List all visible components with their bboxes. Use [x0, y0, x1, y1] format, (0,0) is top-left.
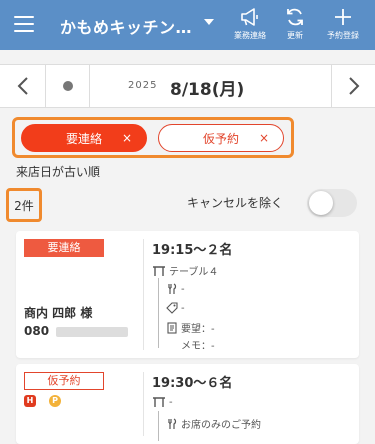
new-reservation-label: 予約登録 [327, 31, 359, 40]
filter-chip-tentative[interactable]: 仮予約 × [158, 124, 284, 152]
exclude-cancel-label: キャンセルを除く [187, 196, 284, 210]
today-dot-icon [62, 81, 73, 91]
card-divider [143, 239, 144, 350]
request-value: 要望：- [181, 324, 215, 335]
course-value: お席のみのご予約 [181, 420, 261, 431]
table-row: - [152, 396, 173, 408]
course-row: - [166, 283, 185, 295]
chevron-left-icon [17, 77, 28, 95]
phone-masked [56, 327, 128, 337]
filter-chip-urgent[interactable]: 要連絡 × [21, 124, 147, 152]
today-button[interactable] [46, 65, 90, 107]
memo-value: メモ：- [181, 341, 215, 352]
status-badge: 仮予約 [24, 372, 104, 390]
status-badge: 要連絡 [24, 239, 104, 257]
table-name: テーブル４ [169, 267, 219, 278]
table-icon [152, 265, 166, 277]
memo-row: メモ：- [181, 337, 215, 352]
menu-icon[interactable] [14, 16, 34, 32]
course-value: - [181, 283, 185, 295]
h-badge-icon: H [24, 395, 36, 407]
table-icon [152, 396, 166, 408]
plus-icon [318, 6, 368, 28]
date-display[interactable]: 8/18(月) [170, 75, 244, 100]
cutlery-icon [166, 417, 178, 430]
sort-order-selector[interactable]: 来店日が古い順 [16, 163, 100, 180]
date-navigator: 2025 8/18(月) [0, 64, 375, 108]
store-dropdown-caret-icon[interactable] [204, 19, 214, 25]
megaphone-icon [229, 6, 271, 28]
detail-line [158, 411, 159, 441]
exclude-cancel-toggle[interactable] [307, 189, 357, 217]
refresh-label: 更新 [287, 31, 303, 40]
card-divider [143, 372, 144, 436]
course-row: お席のみのご予約 [166, 416, 261, 431]
tag-icon [166, 302, 178, 314]
date-year[interactable]: 2025 [128, 80, 157, 91]
reservation-card[interactable]: 要連絡 商内 四郎 様 080 19:15～２名 テーブル４ - - 要望：- … [16, 231, 359, 358]
note-icon [166, 321, 178, 334]
time-guests: 19:30～６名 [152, 376, 233, 391]
refresh-icon [280, 6, 310, 28]
next-day-button[interactable] [331, 65, 375, 107]
new-reservation-button[interactable]: 予約登録 [318, 6, 368, 41]
guest-phone: 080 [24, 324, 50, 338]
chevron-right-icon [348, 77, 359, 95]
close-icon[interactable]: × [122, 131, 132, 145]
close-icon[interactable]: × [259, 131, 269, 145]
cutlery-icon [166, 283, 178, 295]
reservation-card[interactable]: 仮予約 H P 19:30～６名 - お席のみのご予約 [16, 364, 359, 444]
business-notice-button[interactable]: 業務連絡 [229, 6, 271, 41]
p-badge-icon: P [49, 395, 61, 407]
detail-line [158, 278, 159, 348]
time-guests: 19:15～２名 [152, 243, 233, 258]
refresh-button[interactable]: 更新 [280, 6, 310, 41]
table-name: - [169, 396, 173, 408]
guest-name: 商内 四郎 様 [24, 306, 93, 320]
request-row: 要望：- [166, 320, 215, 335]
result-count: 2件 [6, 188, 42, 222]
previous-day-button[interactable] [0, 65, 46, 107]
app-header: かもめキッチン… 業務連絡 更新 予約登録 [0, 0, 375, 50]
tag-row: - [166, 302, 185, 314]
business-notice-label: 業務連絡 [234, 31, 266, 40]
store-name[interactable]: かもめキッチン… [60, 14, 192, 38]
tag-value: - [181, 302, 185, 314]
toggle-knob [309, 191, 333, 215]
table-row: テーブル４ [152, 263, 218, 278]
